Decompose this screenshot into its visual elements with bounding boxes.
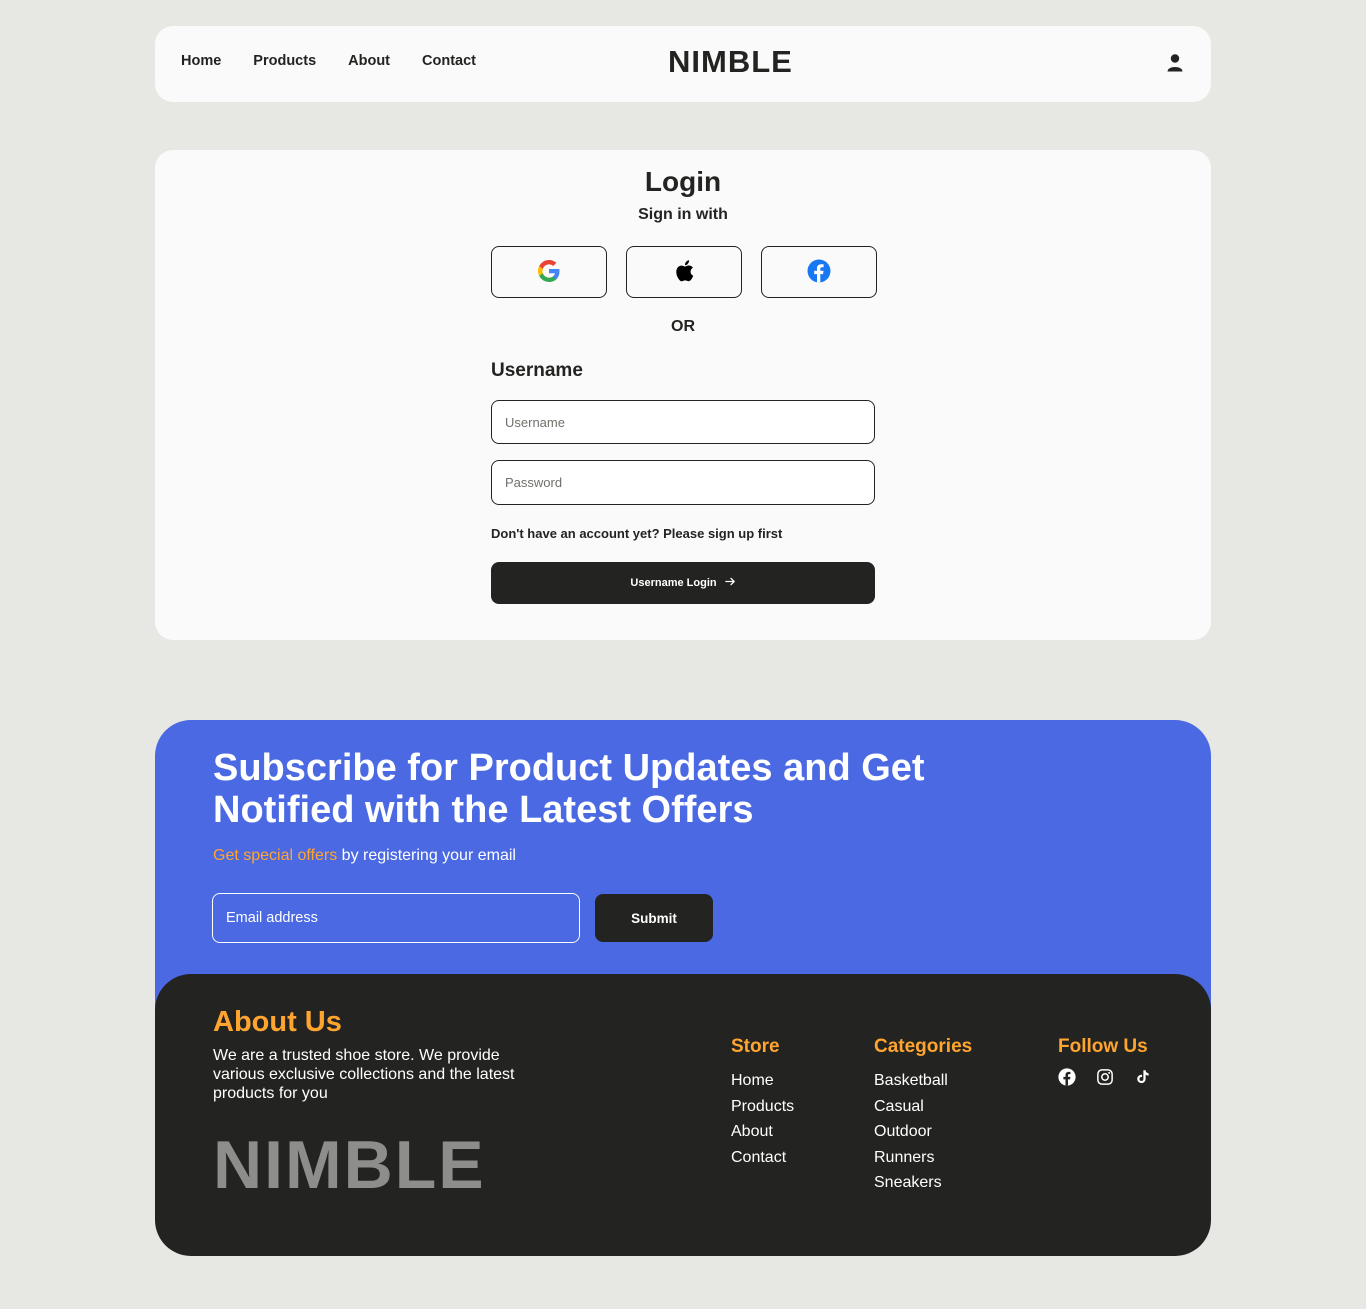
nav-about[interactable]: About (348, 53, 390, 69)
navbar: Home Products About Contact NIMBLE (155, 26, 1211, 102)
signup-link[interactable]: Don't have an account yet? Please sign u… (491, 526, 782, 541)
store-list: Home Products About Contact (731, 1068, 794, 1170)
categories-title: Categories (874, 1036, 973, 1057)
user-icon[interactable] (1165, 53, 1185, 73)
category-link-runners[interactable]: Runners (874, 1145, 972, 1171)
email-input[interactable] (212, 893, 580, 943)
nav-home[interactable]: Home (181, 53, 221, 69)
about-us-title: About Us (213, 1006, 342, 1038)
store-link-about[interactable]: About (731, 1119, 794, 1145)
google-login-button[interactable] (491, 246, 607, 298)
nav-links: Home Products About Contact (181, 53, 476, 69)
follow-column: Follow Us (1058, 1036, 1152, 1086)
categories-list: Basketball Casual Outdoor Runners Sneake… (874, 1068, 972, 1196)
password-input[interactable] (491, 460, 875, 505)
footer: About Us We are a trusted shoe store. We… (155, 974, 1211, 1256)
username-heading: Username (491, 360, 583, 381)
login-title: Login (644, 166, 722, 197)
store-link-contact[interactable]: Contact (731, 1145, 794, 1171)
footer-brand-logo: NIMBLE (213, 1127, 486, 1203)
store-title: Store (731, 1036, 780, 1057)
follow-us-title: Follow Us (1058, 1036, 1148, 1057)
login-button-label: Username Login (630, 577, 717, 589)
or-divider: OR (671, 318, 695, 335)
arrow-right-icon (724, 576, 736, 590)
categories-column: Categories Basketball Casual Outdoor Run… (874, 1036, 972, 1196)
instagram-icon[interactable] (1096, 1068, 1114, 1086)
social-icons (1058, 1068, 1152, 1086)
store-link-home[interactable]: Home (731, 1068, 794, 1094)
nav-contact[interactable]: Contact (422, 53, 476, 69)
subscribe-title: Subscribe for Product Updates and Get No… (213, 747, 925, 831)
apple-icon (673, 259, 695, 286)
submit-button[interactable]: Submit (595, 894, 713, 942)
nav-products[interactable]: Products (253, 53, 316, 69)
category-link-outdoor[interactable]: Outdoor (874, 1119, 972, 1145)
facebook-icon[interactable] (1058, 1068, 1076, 1086)
username-login-button[interactable]: Username Login (491, 562, 875, 604)
subscribe-subtitle: Get special offers by registering your e… (213, 847, 516, 865)
social-login-row (491, 246, 877, 298)
google-icon (537, 259, 561, 286)
facebook-icon (807, 259, 831, 286)
subscribe-subtitle-rest: by registering your email (337, 847, 516, 864)
store-column: Store Home Products About Contact (731, 1036, 794, 1170)
special-offers-text: Get special offers (213, 847, 338, 864)
facebook-login-button[interactable] (761, 246, 877, 298)
category-link-sneakers[interactable]: Sneakers (874, 1170, 972, 1196)
tiktok-icon[interactable] (1134, 1068, 1152, 1086)
category-link-casual[interactable]: Casual (874, 1094, 972, 1120)
apple-login-button[interactable] (626, 246, 742, 298)
store-link-products[interactable]: Products (731, 1094, 794, 1120)
category-link-basketball[interactable]: Basketball (874, 1068, 972, 1094)
signin-with-label: Sign in with (638, 206, 728, 223)
brand-logo[interactable]: NIMBLE (668, 44, 793, 80)
username-input[interactable] (491, 400, 875, 444)
about-us-text: We are a trusted shoe store. We provide … (213, 1047, 515, 1102)
login-card: Login Sign in with OR Username Username … (155, 150, 1211, 640)
